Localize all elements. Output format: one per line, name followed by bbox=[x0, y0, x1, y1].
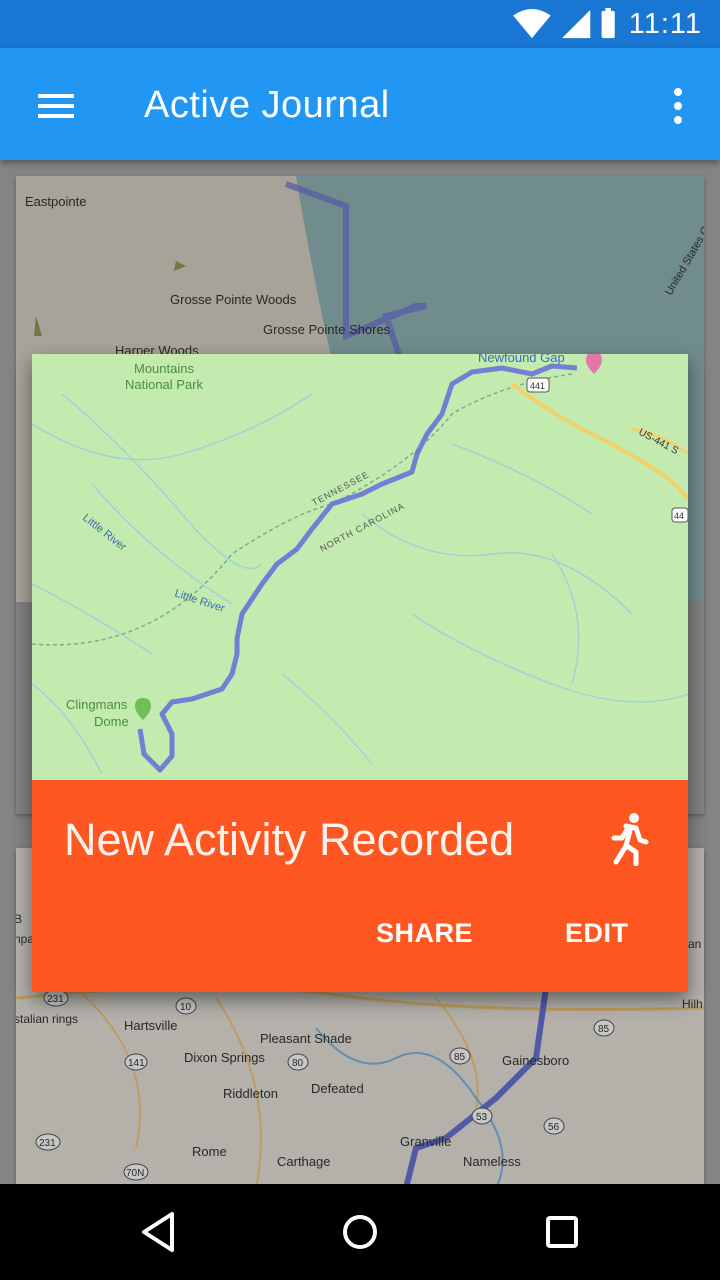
status-time: 11:11 bbox=[628, 8, 702, 40]
map-label: Gainesboro bbox=[502, 1053, 569, 1068]
app-bar: Active Journal bbox=[0, 48, 720, 160]
map-label: stalian rings bbox=[16, 1012, 78, 1026]
map-label: an St bbox=[688, 937, 704, 951]
dialog-title: New Activity Recorded bbox=[64, 814, 515, 865]
status-bar: 11:11 bbox=[0, 0, 720, 48]
route-shield: 85 bbox=[454, 1052, 466, 1063]
map-label: B bbox=[16, 912, 22, 926]
back-icon[interactable] bbox=[130, 1208, 186, 1256]
map-label: Rome bbox=[192, 1144, 227, 1159]
route-shield: 85 bbox=[598, 1024, 610, 1035]
more-vert-icon bbox=[674, 88, 682, 124]
navigation-bar bbox=[0, 1184, 720, 1280]
map-label: Grosse Pointe Shores bbox=[263, 322, 391, 337]
map-label: Dixon Springs bbox=[184, 1050, 265, 1065]
map-label-park: National Park bbox=[125, 377, 204, 392]
map-label: Nameless bbox=[463, 1154, 521, 1169]
map-label: Eastpointe bbox=[25, 194, 86, 209]
edit-button[interactable]: EDIT bbox=[565, 918, 629, 949]
map-label-shield: 44 bbox=[674, 511, 684, 521]
home-icon[interactable] bbox=[332, 1208, 388, 1256]
new-activity-dialog: Mountains National Park Newfound Gap 441… bbox=[32, 354, 688, 992]
map-label: Riddleton bbox=[223, 1086, 278, 1101]
app-title: Active Journal bbox=[144, 84, 390, 126]
route-shield: 80 bbox=[292, 1058, 304, 1069]
map-label-clingmans: Dome bbox=[94, 714, 129, 729]
route-shield: 70N bbox=[126, 1168, 144, 1179]
route-shield: 10 bbox=[180, 1002, 192, 1013]
battery-icon bbox=[601, 8, 615, 39]
route-shield: 231 bbox=[47, 994, 64, 1005]
overflow-menu-button[interactable] bbox=[660, 84, 696, 128]
map-label: Carthage bbox=[277, 1154, 330, 1169]
map-label-shield: 441 bbox=[530, 381, 545, 391]
map-label: Defeated bbox=[311, 1081, 364, 1096]
map-label: Granville bbox=[400, 1134, 451, 1149]
map-label-newfound-gap: Newfound Gap bbox=[478, 354, 565, 365]
recents-icon[interactable] bbox=[534, 1208, 590, 1256]
map-label: Pleasant Shade bbox=[260, 1031, 352, 1046]
status-icons bbox=[513, 8, 615, 39]
cell-signal-icon bbox=[562, 9, 591, 39]
route-shield: 53 bbox=[476, 1112, 488, 1123]
map-label-clingmans: Clingmans bbox=[66, 697, 128, 712]
map-label-park: Mountains bbox=[134, 361, 194, 376]
route-shield: 231 bbox=[39, 1138, 56, 1149]
map-label: Hartsville bbox=[124, 1018, 177, 1033]
directions-run-icon bbox=[611, 813, 649, 866]
route-shield: 56 bbox=[548, 1122, 560, 1133]
menu-button[interactable] bbox=[24, 84, 88, 128]
map-label: Hilh bbox=[682, 997, 703, 1011]
map-label: Grosse Pointe Woods bbox=[170, 292, 297, 307]
route-shield: 141 bbox=[128, 1058, 145, 1069]
wifi-icon bbox=[513, 8, 551, 39]
menu-icon bbox=[38, 94, 74, 118]
activity-route-map: Mountains National Park Newfound Gap 441… bbox=[32, 354, 688, 780]
share-button[interactable]: SHARE bbox=[376, 918, 473, 949]
dialog-panel: New Activity Recorded SHARE EDIT bbox=[32, 780, 688, 992]
